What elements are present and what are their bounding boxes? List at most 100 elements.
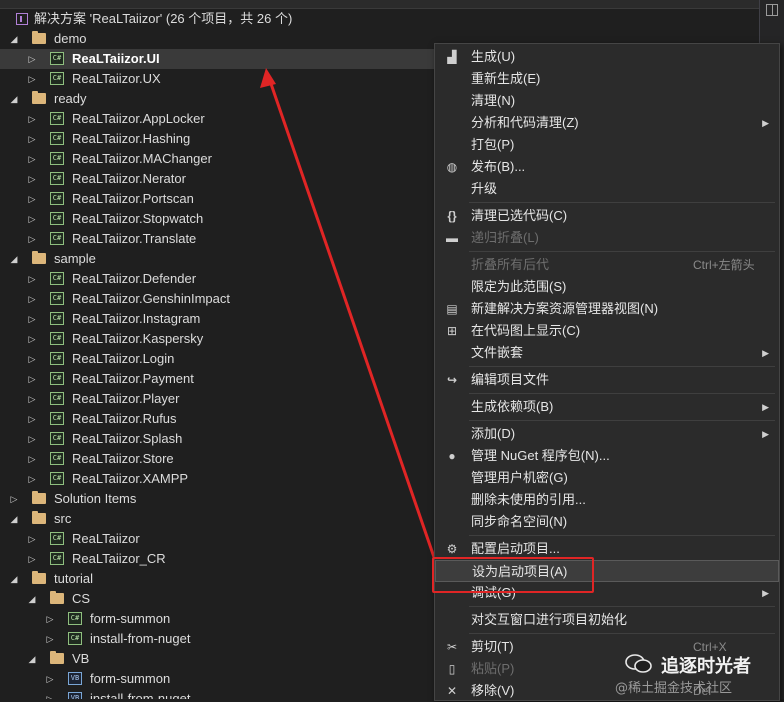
expand-arrow-icon[interactable]: ▷ <box>8 489 20 509</box>
csharp-project-icon: C# <box>50 112 64 125</box>
menu-item[interactable]: ⊞ 在代码图上显示(C) <box>435 320 779 342</box>
expand-arrow-icon[interactable]: ▷ <box>26 229 38 249</box>
menu-item[interactable]: 生成依赖项(B) ▶ <box>435 396 779 418</box>
vb-project-icon: VB <box>68 672 82 685</box>
menu-item[interactable]: ▟ 生成(U) <box>435 46 779 68</box>
expand-arrow-icon[interactable]: ▷ <box>26 49 38 69</box>
menu-item-label: 对交互窗口进行项目初始化 <box>471 612 628 627</box>
csharp-project-icon: C# <box>68 632 82 645</box>
tree-item-label: ReaLTaiizor <box>72 531 140 546</box>
expand-arrow-icon[interactable]: ▷ <box>26 309 38 329</box>
expand-arrow-icon[interactable]: ▷ <box>26 69 38 89</box>
tree-item-label: ReaLTaiizor.UX <box>72 71 161 86</box>
explorer-toolbar-strip <box>0 0 760 9</box>
expand-arrow-icon[interactable]: ▷ <box>26 529 38 549</box>
menu-item-label: 生成依赖项(B) <box>471 399 554 414</box>
menu-item-label: 管理用户机密(G) <box>471 470 568 485</box>
braces-icon: {} <box>447 209 457 223</box>
tree-item-label: ReaLTaiizor.Stopwatch <box>72 211 204 226</box>
collapse-arrow-icon[interactable]: ◢ <box>8 29 20 49</box>
folder-icon <box>32 91 46 104</box>
menu-item[interactable]: 打包(P) <box>435 134 779 156</box>
collapse-arrow-icon[interactable]: ◢ <box>26 589 38 609</box>
menu-item-label: 同步命名空间(N) <box>471 514 568 529</box>
panel-toggle-icon[interactable] <box>766 4 778 16</box>
gear-icon: ⚙ <box>446 542 458 556</box>
menu-item[interactable]: 添加(D) ▶ <box>435 423 779 445</box>
menu-item[interactable]: 升级 <box>435 178 779 200</box>
wechat-icon <box>625 654 652 673</box>
expand-arrow-icon[interactable]: ▷ <box>44 629 56 649</box>
menu-item-label: 升级 <box>471 181 498 196</box>
menu-item[interactable]: 同步命名空间(N) <box>435 511 779 533</box>
menu-separator <box>469 202 775 203</box>
expand-arrow-icon[interactable]: ▷ <box>26 469 38 489</box>
expand-arrow-icon[interactable]: ▷ <box>26 549 38 569</box>
menu-item[interactable]: 删除未使用的引用... <box>435 489 779 511</box>
menu-separator <box>469 251 775 252</box>
collapse-arrow-icon[interactable]: ◢ <box>26 649 38 669</box>
expand-arrow-icon[interactable]: ▷ <box>26 449 38 469</box>
expand-arrow-icon[interactable]: ▷ <box>26 349 38 369</box>
expand-arrow-icon[interactable]: ▷ <box>44 669 56 689</box>
expand-arrow-icon[interactable]: ▷ <box>44 609 56 629</box>
expand-arrow-icon[interactable]: ▷ <box>26 289 38 309</box>
menu-item-label: 清理(N) <box>471 93 516 108</box>
menu-item[interactable]: 重新生成(E) <box>435 68 779 90</box>
watermark-name: 追逐时光者 <box>661 656 751 677</box>
csharp-project-icon: C# <box>50 292 64 305</box>
expand-arrow-icon[interactable]: ▷ <box>26 209 38 229</box>
submenu-arrow-icon: ▶ <box>762 348 769 358</box>
nuget-icon: ● <box>448 449 456 463</box>
menu-item-label: 删除未使用的引用... <box>471 492 586 507</box>
expand-arrow-icon[interactable]: ▷ <box>26 109 38 129</box>
expand-arrow-icon[interactable]: ▷ <box>26 269 38 289</box>
collapse-arrow-icon[interactable]: ◢ <box>8 569 20 589</box>
folder-icon <box>32 491 46 504</box>
expand-arrow-icon[interactable]: ▷ <box>26 409 38 429</box>
menu-item[interactable]: {} 清理已选代码(C) <box>435 205 779 227</box>
menu-item[interactable]: 管理用户机密(G) <box>435 467 779 489</box>
expand-arrow-icon[interactable]: ▷ <box>26 189 38 209</box>
collapse-arrow-icon[interactable]: ◢ <box>8 249 20 269</box>
tree-item-label: ReaLTaiizor.GenshinImpact <box>72 291 231 306</box>
tree-item-label: ReaLTaiizor.Player <box>72 391 180 406</box>
menu-item[interactable]: 文件嵌套 ▶ <box>435 342 779 364</box>
expand-arrow-icon[interactable]: ▷ <box>44 689 56 699</box>
expand-arrow-icon[interactable]: ▷ <box>26 329 38 349</box>
tree-item-label: CS <box>72 591 91 606</box>
menu-item: 折叠所有后代 Ctrl+左箭头 <box>435 254 779 276</box>
csharp-project-icon: C# <box>50 232 64 245</box>
refresh-icon: ↪ <box>446 373 458 387</box>
expand-arrow-icon[interactable]: ▷ <box>26 389 38 409</box>
new-view-icon: ▤ <box>446 302 458 316</box>
collapse-arrow-icon[interactable]: ◢ <box>8 509 20 529</box>
expand-arrow-icon[interactable]: ▷ <box>26 149 38 169</box>
menu-item[interactable]: 分析和代码清理(Z) ▶ <box>435 112 779 134</box>
menu-item[interactable]: ● 管理 NuGet 程序包(N)... <box>435 445 779 467</box>
tree-item-label: install-from-nuget <box>90 691 191 699</box>
menu-item-shortcut: Ctrl+左箭头 <box>693 258 755 272</box>
menu-item[interactable]: 限定为此范围(S) <box>435 276 779 298</box>
tree-item-label: VB <box>72 651 90 666</box>
csharp-project-icon: C# <box>50 212 64 225</box>
csharp-project-icon: C# <box>50 52 64 65</box>
menu-item[interactable]: ▤ 新建解决方案资源管理器视图(N) <box>435 298 779 320</box>
tree-item-label: ReaLTaiizor.Kaspersky <box>72 331 204 346</box>
menu-item[interactable]: ↪ 编辑项目文件 <box>435 369 779 391</box>
tree-item-label: ready <box>54 91 87 106</box>
menu-item-label: 重新生成(E) <box>471 71 541 86</box>
expand-arrow-icon[interactable]: ▷ <box>26 169 38 189</box>
folder-icon <box>50 651 64 664</box>
solution-node[interactable]: 解决方案 'ReaLTaiizor' (26 个项目，共 26 个) <box>0 9 760 29</box>
expand-arrow-icon[interactable]: ▷ <box>26 369 38 389</box>
collapse-arrow-icon[interactable]: ◢ <box>8 89 20 109</box>
menu-item[interactable]: 清理(N) <box>435 90 779 112</box>
menu-item[interactable]: ◍ 发布(B)... <box>435 156 779 178</box>
expand-arrow-icon[interactable]: ▷ <box>26 129 38 149</box>
csharp-project-icon: C# <box>50 392 64 405</box>
menu-separator <box>469 606 775 607</box>
menu-item[interactable]: 对交互窗口进行项目初始化 <box>435 609 779 631</box>
menu-item-label: 新建解决方案资源管理器视图(N) <box>471 301 659 316</box>
expand-arrow-icon[interactable]: ▷ <box>26 429 38 449</box>
